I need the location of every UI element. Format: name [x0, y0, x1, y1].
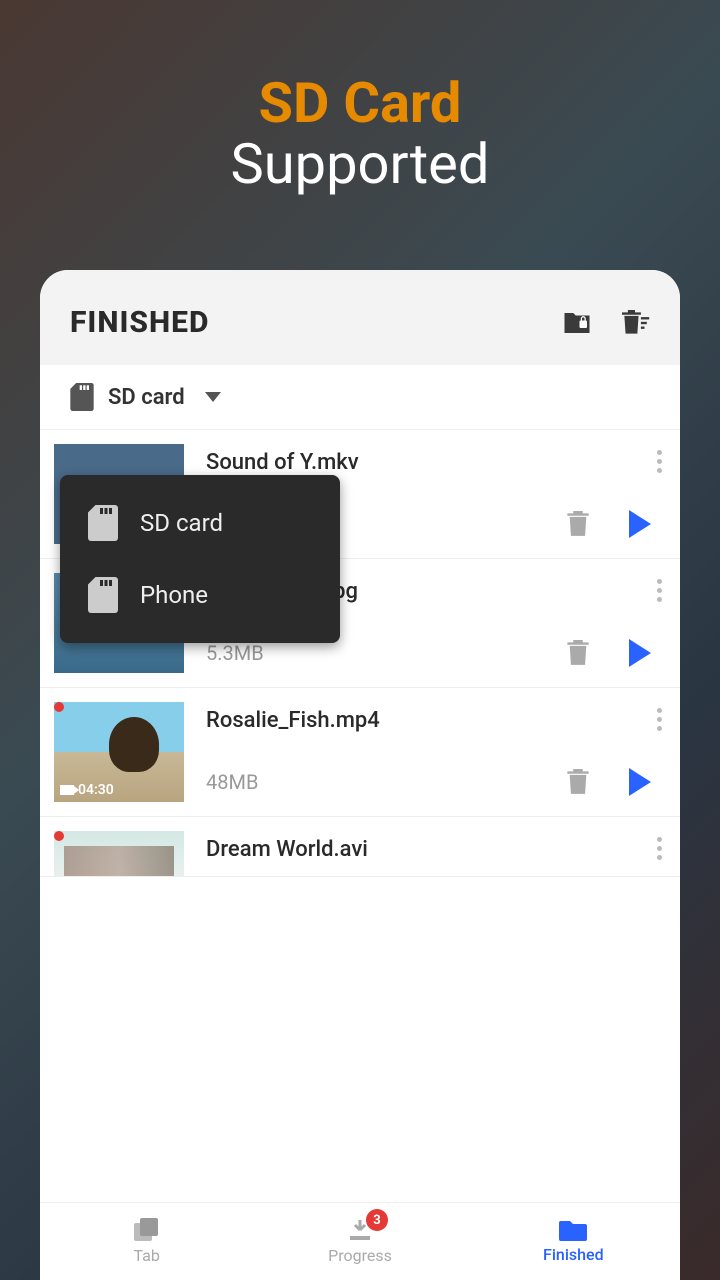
- sd-card-icon: [70, 383, 94, 411]
- file-item[interactable]: Dream World.avi: [40, 817, 680, 877]
- dropdown-item-sdcard[interactable]: SD card: [60, 487, 340, 559]
- tabs-icon: [134, 1218, 160, 1242]
- header: FINISHED: [40, 270, 680, 365]
- nav-label: Finished: [543, 1245, 604, 1264]
- progress-badge: 3: [366, 1209, 388, 1231]
- promo-line1: SD Card: [0, 70, 720, 136]
- promo-banner: SD Card Supported: [0, 0, 720, 197]
- bottom-nav: Tab 3 Progress Finished: [40, 1202, 680, 1280]
- video-icon: [60, 785, 74, 795]
- nav-progress[interactable]: 3 Progress: [253, 1203, 466, 1280]
- more-icon[interactable]: [657, 837, 662, 860]
- delete-icon[interactable]: [567, 640, 589, 666]
- video-duration-badge: 04:30: [60, 782, 114, 798]
- nav-tab[interactable]: Tab: [40, 1203, 253, 1280]
- thumbnail: [54, 831, 184, 876]
- page-title: FINISHED: [70, 305, 209, 340]
- sd-card-icon: [88, 505, 118, 541]
- delete-all-icon[interactable]: [620, 310, 650, 336]
- thumbnail: 04:30: [54, 702, 184, 802]
- storage-label: SD card: [108, 385, 185, 410]
- dropdown-label: Phone: [140, 581, 208, 609]
- file-item[interactable]: 04:30 Rosalie_Fish.mp4 48MB: [40, 688, 680, 817]
- promo-line2: Supported: [0, 131, 720, 197]
- play-icon[interactable]: [629, 510, 651, 538]
- file-name: Sound of Y.mkv: [206, 450, 666, 475]
- dropdown-item-phone[interactable]: Phone: [60, 559, 340, 631]
- chevron-down-icon: [205, 392, 221, 402]
- more-icon[interactable]: [657, 708, 662, 731]
- storage-selector[interactable]: SD card: [40, 365, 680, 430]
- nav-finished[interactable]: Finished: [467, 1203, 680, 1280]
- app-screen: FINISHED SD card Sound of Y.mkv: [40, 270, 680, 1280]
- storage-dropdown: SD card Phone: [60, 475, 340, 643]
- more-icon[interactable]: [657, 579, 662, 602]
- dropdown-label: SD card: [140, 509, 223, 537]
- play-icon[interactable]: [629, 768, 651, 796]
- nav-label: Tab: [133, 1246, 159, 1265]
- file-name: Dream World.avi: [206, 837, 666, 862]
- delete-icon[interactable]: [567, 511, 589, 537]
- file-size: 5.3MB: [206, 641, 264, 665]
- new-badge: [54, 702, 64, 712]
- folder-icon: [559, 1219, 587, 1241]
- file-size: 48MB: [206, 770, 258, 794]
- private-folder-icon[interactable]: [562, 310, 592, 336]
- header-actions: [562, 310, 650, 336]
- play-icon[interactable]: [629, 639, 651, 667]
- delete-icon[interactable]: [567, 769, 589, 795]
- new-badge: [54, 831, 64, 841]
- sd-card-icon: [88, 577, 118, 613]
- nav-label: Progress: [328, 1246, 392, 1265]
- file-name: Rosalie_Fish.mp4: [206, 708, 666, 733]
- more-icon[interactable]: [657, 450, 662, 473]
